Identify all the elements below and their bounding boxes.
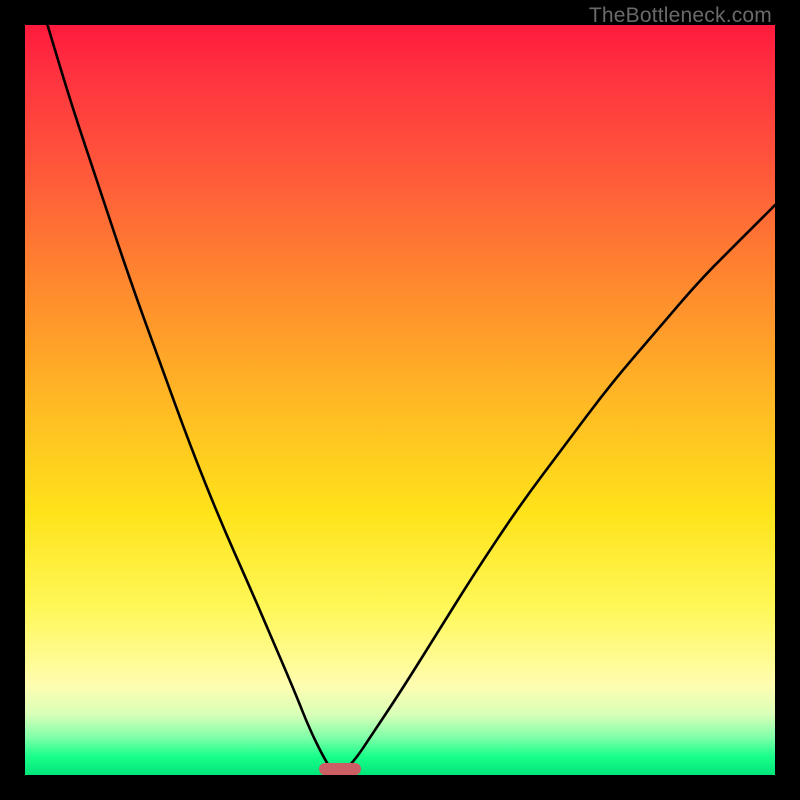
bottleneck-curve [25, 25, 775, 775]
min-marker [319, 763, 360, 774]
watermark-text: TheBottleneck.com [589, 4, 772, 28]
chart-frame: TheBottleneck.com [0, 0, 800, 800]
curve-left-branch [48, 25, 341, 775]
curve-right-branch [340, 205, 775, 775]
